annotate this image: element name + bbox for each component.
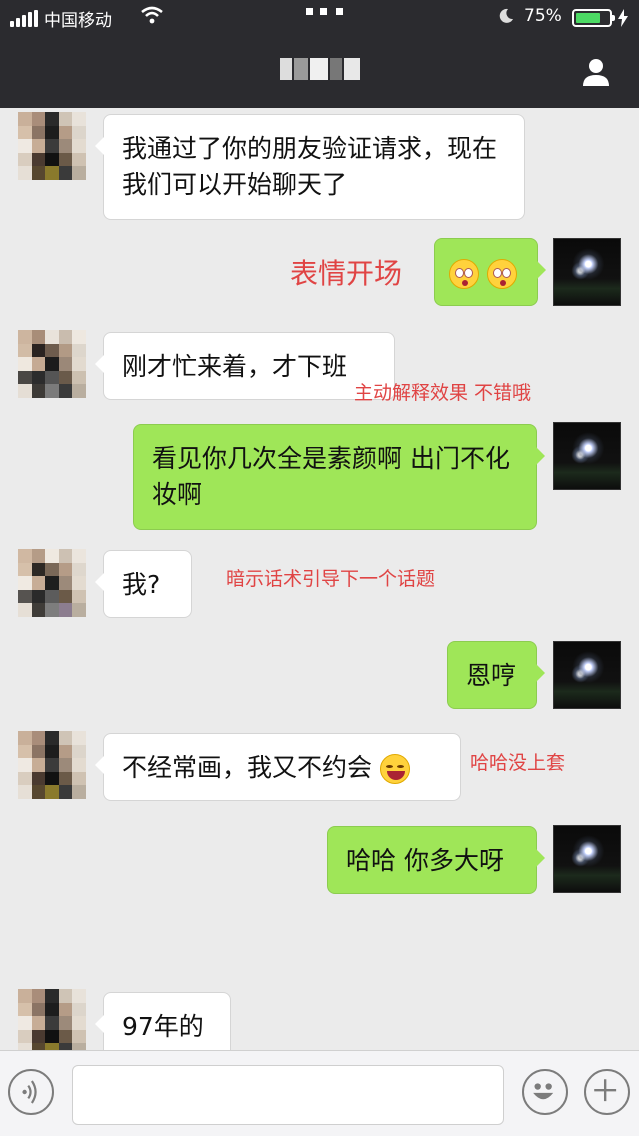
flushed-face-icon (449, 259, 479, 289)
message-bubble-received[interactable]: 不经常画，我又不约会 (95, 733, 461, 801)
contact-avatar[interactable] (18, 989, 86, 1057)
my-avatar[interactable] (553, 641, 621, 709)
annotation-note: 表情开场 (290, 257, 403, 290)
message-input[interactable] (72, 1065, 504, 1125)
message-text: 刚才忙来着，才下班 (122, 352, 348, 381)
wifi-icon (141, 6, 163, 24)
carrier-label: 中国移动 (44, 11, 112, 31)
contact-avatar[interactable] (18, 112, 86, 180)
status-bar: 中国移动 75% (0, 0, 639, 34)
battery-fill (576, 13, 600, 23)
annotation-note: 暗示话术引导下一个话题 (226, 568, 436, 590)
smiley-icon (533, 1083, 554, 1100)
more-button[interactable] (584, 1069, 630, 1115)
message-bubble-received[interactable]: 我通过了你的朋友验证请求，现在我们可以开始聊天了 (95, 114, 525, 220)
flushed-face-icon (486, 259, 517, 289)
message-text: 我通过了你的朋友验证请求，现在我们可以开始聊天了 (122, 134, 498, 199)
tears-of-joy-icon (379, 754, 410, 784)
emoji-button[interactable] (522, 1069, 568, 1115)
message-text: 97年的 (122, 1012, 204, 1041)
annotation-note: 哈哈没上套 (470, 752, 566, 774)
top-bar: 中国移动 75% (0, 0, 639, 108)
charging-icon (618, 9, 628, 27)
battery-percent: 75% (524, 6, 562, 26)
message-text: 哈哈 你多大呀 (346, 846, 504, 875)
contact-avatar[interactable] (18, 731, 86, 799)
time-redacted (306, 6, 352, 20)
message-bubble-sent[interactable]: 恩哼 (447, 641, 545, 709)
my-avatar[interactable] (553, 825, 621, 893)
my-avatar[interactable] (553, 422, 621, 490)
message-text: 我? (122, 570, 161, 599)
message-bubble-sent[interactable]: 看见你几次全是素颜啊 出门不化妆啊 (133, 424, 545, 530)
message-bubble-received[interactable]: 我? (95, 550, 192, 618)
person-icon[interactable] (580, 56, 612, 88)
contact-avatar[interactable] (18, 549, 86, 617)
message-text: 不经常画，我又不约会 (122, 753, 373, 782)
plus-icon (594, 1079, 617, 1102)
my-avatar[interactable] (553, 238, 621, 306)
chat-title-redacted (280, 58, 360, 84)
message-bubble-received[interactable]: 刚才忙来着，才下班 (95, 332, 395, 400)
input-bar (0, 1050, 639, 1136)
message-bubble-sent[interactable] (434, 238, 546, 306)
message-text: 恩哼 (466, 661, 517, 690)
signal-icon (10, 10, 38, 27)
annotation-note: 主动解释效果 不错哦 (354, 382, 532, 404)
message-bubble-sent[interactable]: 哈哈 你多大呀 (327, 826, 545, 894)
message-text: 看见你几次全是素颜啊 出门不化妆啊 (152, 444, 510, 509)
voice-icon (22, 1080, 37, 1104)
battery-icon (572, 9, 615, 27)
voice-button[interactable] (8, 1069, 54, 1115)
contact-avatar[interactable] (18, 330, 86, 398)
do-not-disturb-icon (499, 8, 513, 23)
